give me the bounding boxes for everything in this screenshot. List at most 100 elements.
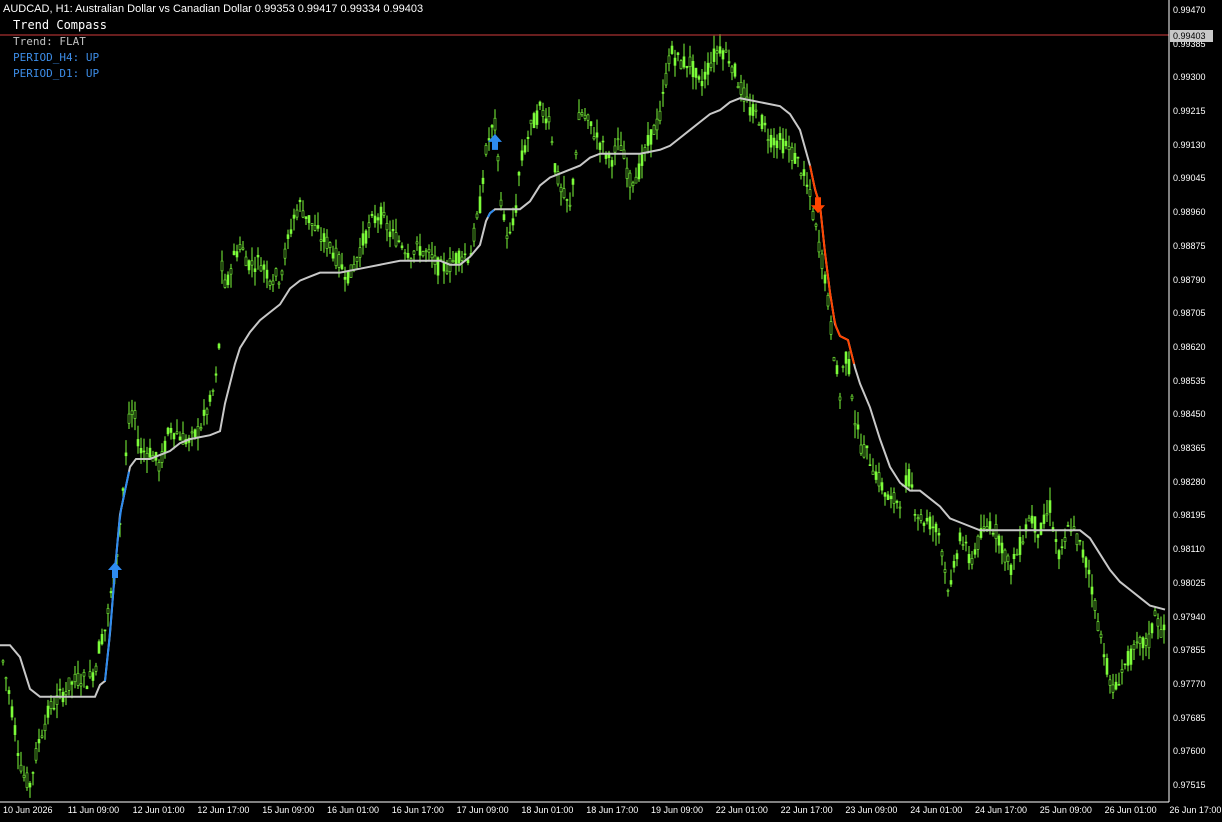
candle-body [1129,648,1133,665]
candle-body [592,136,596,140]
candle-body [544,118,548,124]
candle-body [973,549,977,555]
candle-body [865,445,869,449]
candle-body [331,252,335,259]
y-tick-label: 0.99130 [1173,139,1206,150]
candle-body [163,440,167,454]
candle-body [415,241,419,245]
candle-body [403,252,407,255]
candle-body [199,427,203,430]
y-tick-label: 0.98195 [1173,510,1206,521]
candle-body [94,665,98,672]
candle-body [589,121,593,127]
candle-body [325,236,329,249]
candle-body [598,142,602,150]
y-tick-label: 0.97770 [1173,678,1206,689]
candle-body [613,145,617,153]
candle-body [34,748,38,761]
candle-body [709,62,713,68]
candle-body [322,233,326,242]
candle-body [697,76,701,80]
candle-body [850,395,854,400]
indicator-period-h4: PERIOD_H4: UP [13,51,100,64]
candle-body [817,241,821,253]
candle-body [238,244,242,250]
candle-body [910,484,914,488]
candle-body [142,450,146,453]
candle-body [706,62,710,75]
x-tick-label: 19 Jun 09:00 [651,805,704,815]
candle-body [28,782,32,788]
candle-body [475,213,479,219]
candle-body [616,138,620,141]
candle-body [943,569,947,573]
y-tick-label: 0.98110 [1173,544,1205,555]
candle-body [694,67,698,78]
candle-body [388,231,392,237]
candle-body [1072,526,1076,530]
candle-body [421,251,425,257]
candle-body [367,222,371,228]
candle-body [1102,654,1106,658]
candle-body [1117,684,1121,686]
candle-body [808,189,812,197]
candle-body [553,163,557,173]
candle-body [1096,621,1100,631]
candle-body [712,48,716,62]
candle-body [565,199,569,201]
candle-body [1039,522,1043,535]
candle-body [766,139,770,141]
candle-body [313,225,317,231]
candle-body [220,260,224,272]
candle-body [64,691,68,696]
candle-body [1000,542,1004,554]
candle-body [175,431,179,434]
moving-average-layer [0,97,1166,698]
candle-body [394,232,398,247]
x-tick-label: 22 Jun 01:00 [715,805,768,815]
candle-body [871,470,875,475]
y-tick-label: 0.99215 [1173,106,1206,117]
candle-body [832,357,836,362]
candle-body [319,239,323,242]
candle-body [340,264,344,270]
candle-body [538,101,542,106]
signal-arrows-layer [108,133,825,578]
x-tick-label: 24 Jun 01:00 [910,805,963,815]
candle-body [361,233,365,246]
candle-body [823,274,827,284]
price-chart[interactable] [0,0,1222,822]
candle-body [1105,658,1109,675]
candle-body [370,213,374,216]
candle-body [700,81,704,87]
candle-body [667,55,671,65]
candle-body [1090,586,1094,595]
candle-body [490,125,494,128]
candle-body [304,216,308,219]
candle-body [292,214,296,219]
indicator-title: Trend Compass [13,18,107,32]
candle-body [286,234,290,239]
x-tick-label: 26 Jun 01:00 [1104,805,1157,815]
x-tick-label: 18 Jun 17:00 [586,805,639,815]
candle-body [46,705,50,718]
candle-body [937,532,941,536]
candle-body [91,672,95,681]
candle-body [85,686,89,690]
candle-body [802,169,806,176]
candle-body [298,199,302,203]
candle-body [1027,517,1031,522]
candle-body [364,230,368,244]
x-tick-label: 22 Jun 17:00 [780,805,833,815]
candle-body [649,129,653,145]
candle-body [928,516,932,530]
candle-body [727,61,731,64]
candle-body [1123,663,1127,666]
candle-body [226,274,230,285]
candle-body [1054,539,1058,542]
candle-body [604,154,608,159]
candle-body [103,629,107,632]
candle-body [520,150,524,161]
candle-body [13,725,17,735]
candle-body [952,561,956,568]
